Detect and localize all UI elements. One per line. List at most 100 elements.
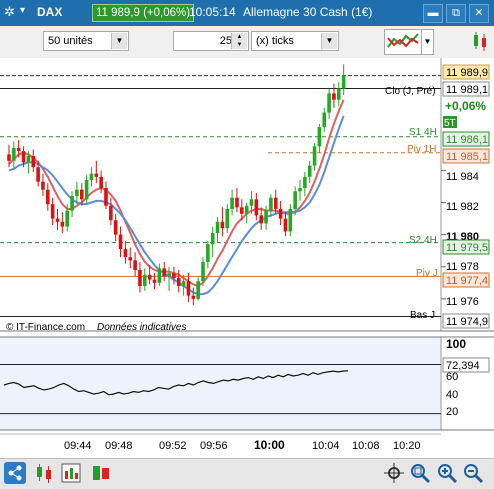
candle-body	[317, 127, 322, 147]
candle-body	[225, 208, 230, 229]
candle-body	[303, 176, 307, 189]
candle-body	[138, 269, 142, 287]
crosshair-icon[interactable]	[383, 462, 405, 484]
last-price-value: 11 989,9	[446, 67, 488, 79]
time-tick: 09:52	[159, 440, 187, 452]
close-prev-value: 11 989,1	[446, 84, 488, 96]
app-logo-icon: ✲	[4, 4, 15, 19]
candle-body	[298, 188, 302, 192]
candle-body	[99, 176, 103, 189]
candle-body	[128, 257, 133, 261]
price-badge: 11 989,9 (+0,06%)	[92, 4, 195, 22]
candle-body	[283, 218, 288, 232]
candle-body	[230, 197, 234, 209]
candle-body	[133, 260, 137, 270]
zoom-out-icon[interactable]	[462, 462, 484, 484]
candle-body	[75, 189, 79, 197]
source-credit: © IT-Finance.com	[6, 322, 85, 333]
bar-chart-icon[interactable]	[60, 462, 82, 484]
basj-level-label: Bas J	[410, 310, 435, 321]
quantity-value: 50 unités	[48, 35, 93, 47]
candle-body	[312, 146, 317, 166]
chevron-down-icon[interactable]: ▼	[111, 33, 127, 49]
candle-body	[240, 207, 244, 214]
candle-body	[12, 147, 16, 161]
time-tick: 10:20	[393, 440, 421, 452]
candle-body	[109, 205, 113, 221]
candle-body	[84, 180, 89, 200]
time-tick: 09:48	[105, 440, 133, 452]
pivj-level-label: Piv J	[416, 268, 438, 279]
candle-body	[220, 221, 225, 229]
zoom-in-icon[interactable]	[436, 462, 458, 484]
candle-body	[104, 188, 108, 206]
tick-unit-value: (x) ticks	[256, 35, 294, 47]
candle-body	[7, 154, 11, 161]
chevron-down-icon[interactable]: ▾	[20, 5, 25, 16]
heikin-ashi-icon[interactable]	[90, 462, 112, 484]
candle-body	[162, 268, 166, 277]
quantity-select[interactable]: 50 unités ▼	[43, 31, 129, 51]
tick-unit-select[interactable]: (x) ticks ▼	[251, 31, 339, 51]
candle-body	[186, 281, 191, 296]
candle-body	[172, 273, 176, 279]
candle-body	[36, 167, 40, 182]
candle-body	[235, 197, 239, 208]
chevron-down-icon[interactable]: ▼	[421, 29, 434, 55]
candle-body	[157, 268, 162, 283]
price-tick: 11 982	[446, 201, 479, 213]
share-icon[interactable]	[4, 462, 26, 484]
period-value: 5T	[444, 118, 456, 129]
s1-level-label: S1 4H	[409, 127, 437, 138]
close-level-label: Clo (J, Pré)	[385, 86, 436, 97]
indicators-button[interactable]	[384, 29, 422, 55]
chevron-down-icon[interactable]: ▼	[321, 33, 337, 49]
s2-level-label: S2 4H	[409, 235, 437, 246]
candle-body	[201, 261, 205, 282]
candle-body	[55, 218, 60, 222]
chart-area[interactable]: Clo (J, Pré) S1 4H Piv 1H S2 4H Piv J Ba…	[0, 58, 494, 458]
spinner-arrows-icon[interactable]: ▲ ▼	[231, 33, 247, 49]
candle-body	[288, 208, 293, 232]
candle-body	[147, 274, 152, 280]
s2-price-value: 11 979,5	[446, 242, 488, 254]
price-chart[interactable]: Clo (J, Pré) S1 4H Piv 1H S2 4H Piv J Ba…	[0, 58, 494, 458]
time-tick: 09:44	[64, 440, 92, 452]
clock-time: 10:05:14	[189, 5, 236, 19]
basj-price-value: 11 974,9	[446, 316, 488, 328]
candle-body	[332, 93, 336, 100]
candle-body	[322, 112, 327, 128]
tick-count-spinner[interactable]: 25 ▲ ▼	[173, 31, 249, 51]
candlestick-icon[interactable]	[34, 462, 56, 484]
minimize-button[interactable]: ▬	[423, 4, 443, 23]
candle-body	[46, 189, 50, 205]
candle-body	[259, 215, 263, 224]
candle-body	[176, 278, 181, 287]
candles-icon[interactable]	[470, 29, 492, 53]
candle-body	[31, 155, 36, 168]
osc-tick: 100	[446, 337, 466, 351]
symbol-label[interactable]: DAX	[37, 5, 62, 19]
oscillator-panel	[0, 337, 441, 430]
candle-body	[167, 273, 171, 277]
candle-body	[94, 173, 99, 177]
candle-body	[191, 295, 196, 299]
s1-price-value: 11 986,1	[446, 134, 488, 146]
zoom-fit-icon[interactable]	[409, 462, 431, 484]
candle-body	[65, 210, 69, 227]
candle-body	[118, 234, 123, 250]
price-tick: 11 976	[446, 296, 479, 308]
candle-body	[249, 199, 254, 206]
candle-body	[210, 233, 215, 245]
candle-body	[244, 205, 249, 214]
close-button[interactable]: ✕	[469, 4, 489, 23]
candle-body	[79, 189, 84, 200]
candle-body	[206, 244, 210, 262]
candle-body	[50, 204, 55, 219]
candle-body	[152, 279, 157, 283]
candle-body	[60, 221, 65, 227]
candle-body	[337, 88, 341, 100]
restore-button[interactable]: ⧉	[446, 4, 466, 23]
time-tick: 09:56	[200, 440, 228, 452]
title-bar: ✲ ▾ DAX 11 989,9 (+0,06%) 10:05:14 Allem…	[0, 0, 494, 26]
